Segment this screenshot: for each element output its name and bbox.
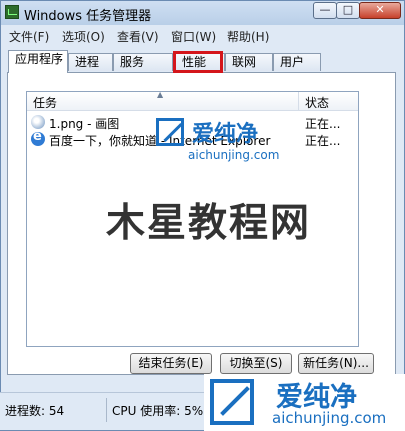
watermark-site-name: 爱纯净 xyxy=(192,122,259,147)
end-task-button[interactable]: 结束任务(E) xyxy=(130,353,212,374)
menu-view[interactable]: 查看(V) xyxy=(117,28,159,45)
window-title: Windows 任务管理器 xyxy=(24,9,152,24)
close-button[interactable]: ✕ xyxy=(359,2,401,19)
menu-window[interactable]: 窗口(W) xyxy=(171,28,216,45)
menu-file[interactable]: 文件(F) xyxy=(9,28,49,45)
maximize-button[interactable]: □ xyxy=(336,2,360,19)
list-header: ▲ 任务 状态 xyxy=(27,92,358,111)
tab-users[interactable]: 用户 xyxy=(273,53,321,71)
minimize-button[interactable]: — xyxy=(313,2,337,19)
sort-arrow-icon: ▲ xyxy=(157,91,164,99)
watermark-site-url: aichunjing.com xyxy=(188,148,280,162)
task-status: 正在... xyxy=(305,117,341,131)
task-status: 正在... xyxy=(305,134,341,148)
watermark-corner-site-url: aichunjing.com xyxy=(272,409,387,427)
new-task-button[interactable]: 新任务(N)... xyxy=(298,353,374,374)
process-count: 进程数: 54 xyxy=(5,404,65,418)
paint-icon xyxy=(31,115,45,129)
tab-services[interactable]: 服务 xyxy=(113,53,173,71)
cpu-usage: CPU 使用率: 5% xyxy=(112,404,204,418)
watermark-big-text: 木星教程网 xyxy=(106,201,312,246)
task-manager-icon xyxy=(5,5,19,19)
performance-tab-highlight xyxy=(173,51,223,73)
menu-bar: 文件(F) 选项(O) 查看(V) 窗口(W) 帮助(H) xyxy=(1,25,404,45)
column-divider[interactable] xyxy=(298,92,299,110)
menu-help[interactable]: 帮助(H) xyxy=(227,28,269,45)
watermark-corner-logo-icon xyxy=(210,379,254,425)
tab-processes[interactable]: 进程 xyxy=(68,53,113,71)
status-divider xyxy=(106,398,107,422)
switch-to-button[interactable]: 切换至(S) xyxy=(220,353,292,374)
column-task[interactable]: 任务 xyxy=(33,94,57,111)
menu-options[interactable]: 选项(O) xyxy=(62,28,105,45)
watermark-corner: 爱纯净 aichunjing.com xyxy=(204,374,405,431)
title-bar[interactable]: Windows 任务管理器 — □ ✕ xyxy=(1,1,404,25)
column-status[interactable]: 状态 xyxy=(305,94,329,111)
watermark-logo-icon xyxy=(156,118,184,146)
tab-networking[interactable]: 联网 xyxy=(225,53,273,71)
tab-applications[interactable]: 应用程序 xyxy=(8,50,68,73)
ie-icon xyxy=(31,129,45,146)
